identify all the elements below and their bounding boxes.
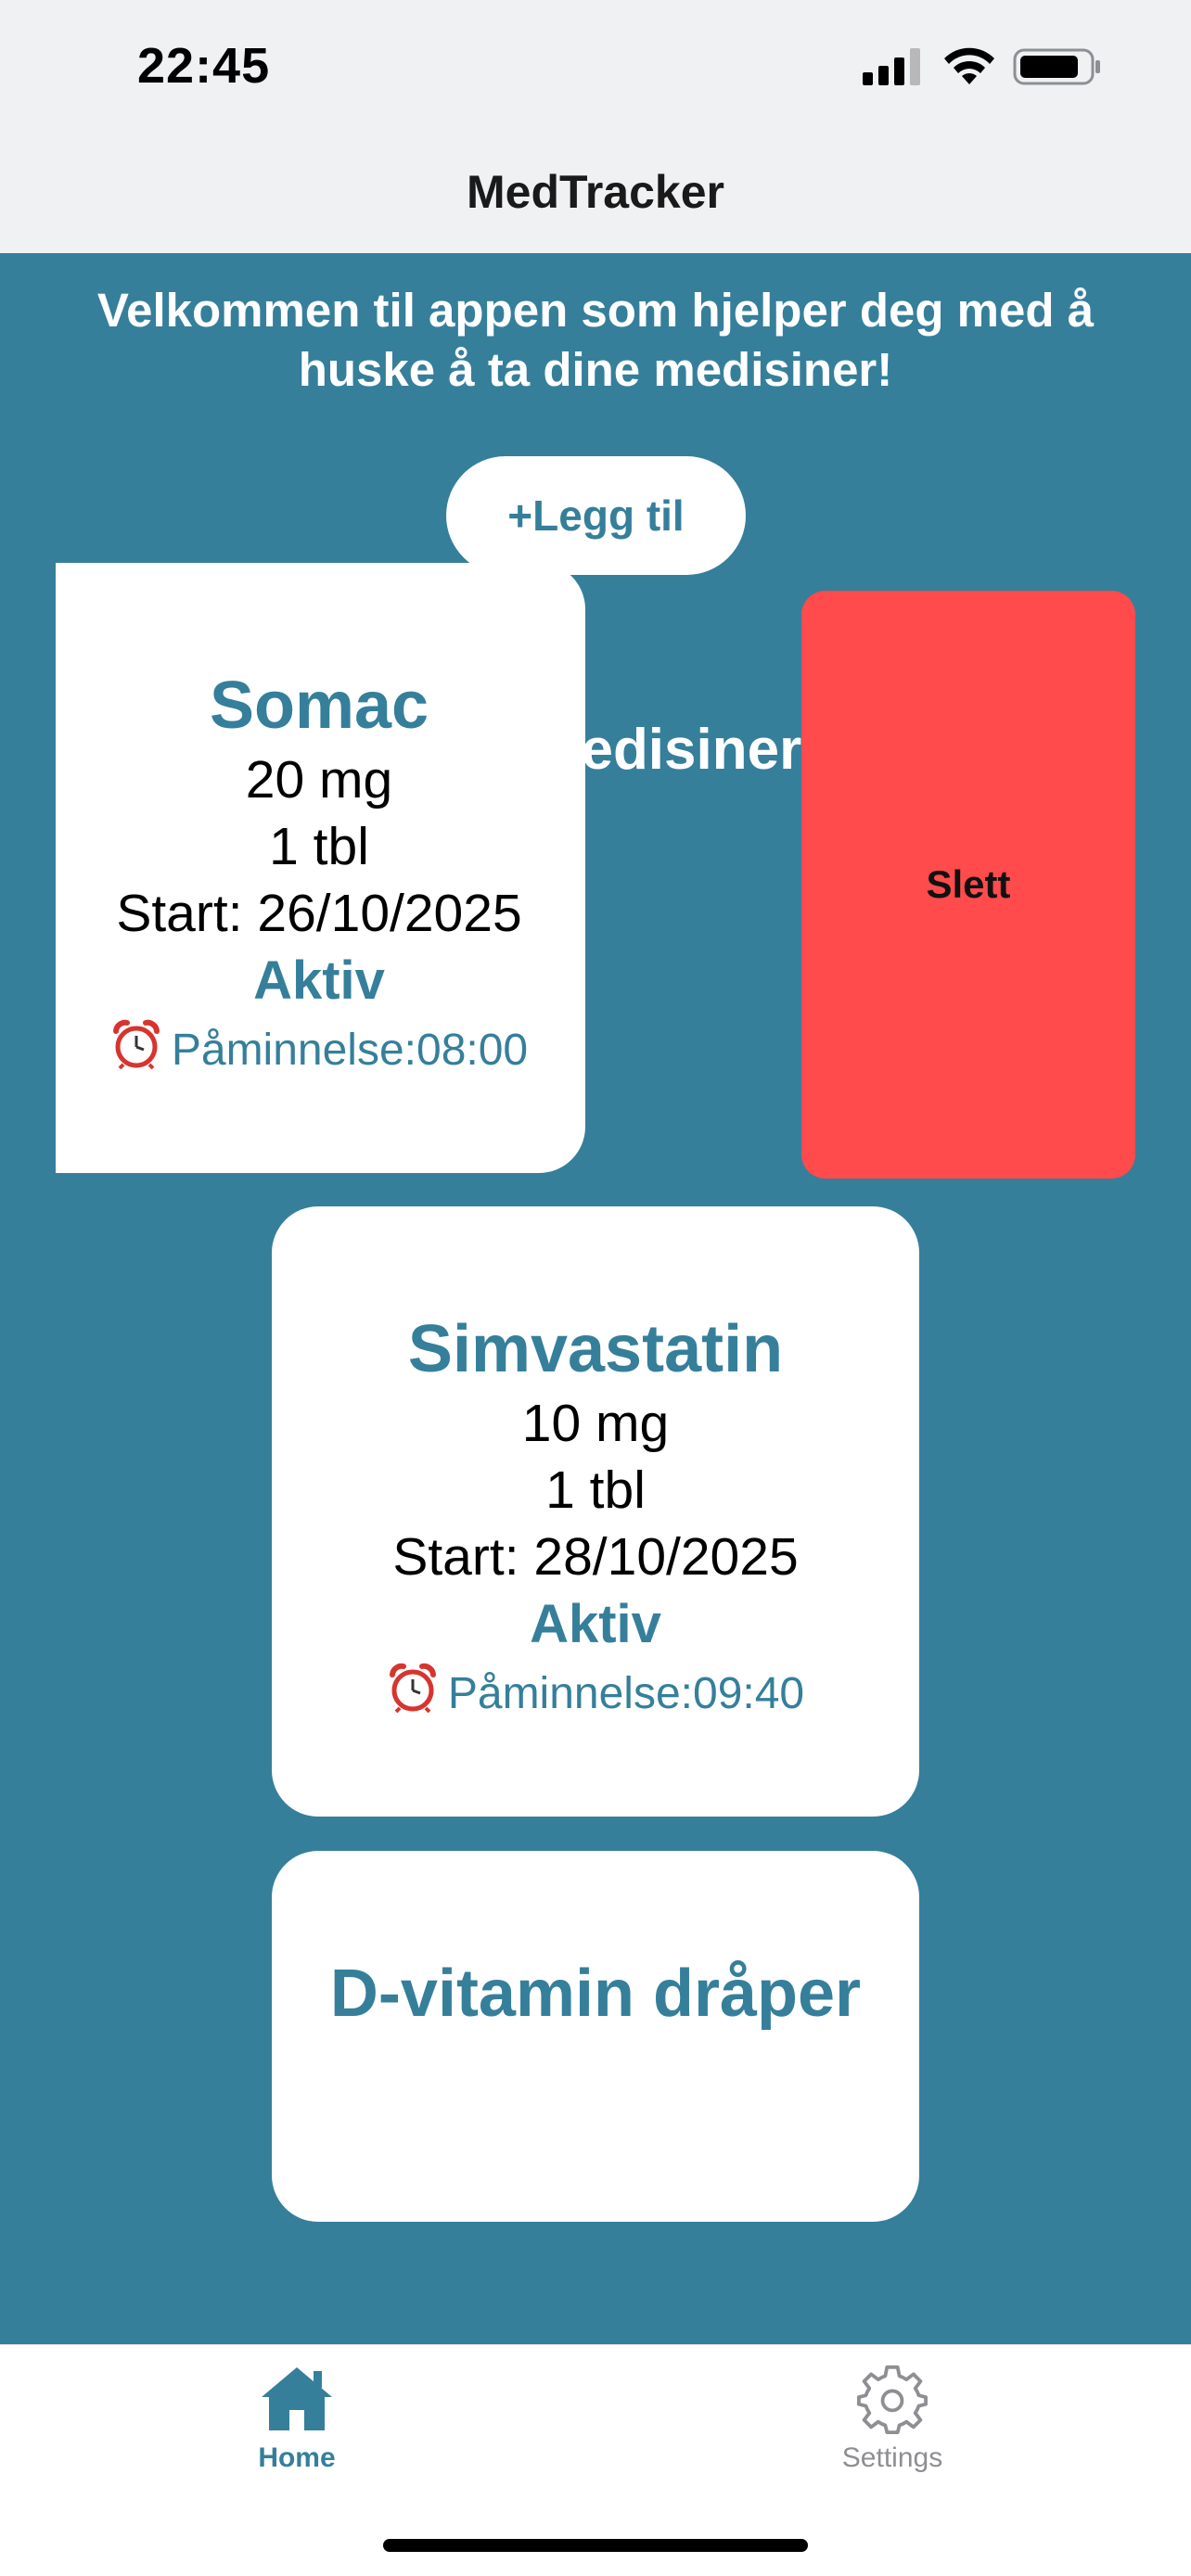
battery-icon [1013,48,1100,85]
welcome-text: Velkommen til appen som hjelper deg med … [96,284,1095,396]
medication-reminder: Påminnelse:09:40 [272,1659,919,1729]
status-icons [863,46,1102,87]
reminder-text: Påminnelse:08:00 [171,1026,529,1075]
status-time: 22:45 [137,38,271,94]
home-icon [262,2367,332,2430]
alarm-clock-icon [389,1663,436,1714]
medication-name: Somac [209,669,429,743]
medication-card-somac[interactable]: Somac 20 mg 1 tbl Start: 26/10/2025 Akti… [56,563,585,1173]
card-content: D-vitamin dråper [272,1953,919,2034]
tab-label: Home [258,2442,336,2473]
delete-button[interactable]: Slett [801,591,1135,1179]
top-bar: 22:45 MedTracker [0,0,1191,253]
medication-card-d-vitamin[interactable]: D-vitamin dråper [272,1851,919,2222]
app-title: MedTracker [467,166,724,218]
medication-amount: 1 tbl [269,817,369,876]
card-content: Somac 20 mg 1 tbl Start: 26/10/2025 Akti… [0,665,705,1086]
reminder-text: Påminnelse:09:40 [447,1669,805,1718]
cellular-signal-icon [863,48,920,85]
medication-status: Aktiv [530,1594,661,1654]
medication-amount: 1 tbl [545,1460,646,1520]
medication-name: D-vitamin dråper [329,1957,862,2031]
wifi-icon [944,47,994,84]
medication-start-date: Start: 26/10/2025 [116,884,522,943]
medication-start-date: Start: 28/10/2025 [392,1527,799,1587]
alarm-clock-icon [112,1019,160,1070]
medication-dose: 10 mg [521,1394,670,1453]
main-content[interactable]: Velkommen til appen som hjelper deg med … [0,253,1191,2344]
medication-name: Simvastatin [407,1312,784,1386]
tab-settings[interactable]: Settings [781,2364,1004,2474]
tab-home[interactable]: Home [186,2364,408,2474]
medication-status: Aktiv [253,950,385,1011]
medication-card-simvastatin[interactable]: Simvastatin 10 mg 1 tbl Start: 28/10/202… [272,1206,919,1817]
medication-reminder: Påminnelse:08:00 [0,1015,705,1086]
gear-icon [857,2365,928,2434]
tab-label: Settings [841,2442,943,2473]
medication-dose: 20 mg [245,750,393,810]
home-indicator[interactable] [383,2539,808,2552]
card-content: Simvastatin 10 mg 1 tbl Start: 28/10/202… [272,1308,919,1729]
add-medication-button[interactable]: +Legg til [446,456,746,575]
